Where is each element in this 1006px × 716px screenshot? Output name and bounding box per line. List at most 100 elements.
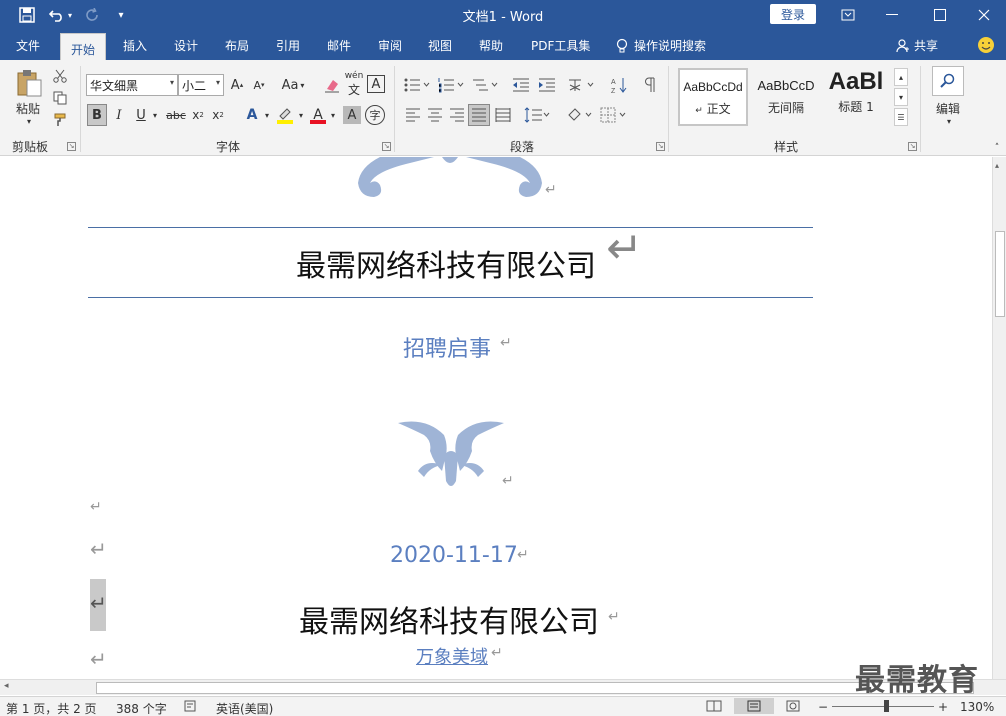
text-effects-dropdown-icon[interactable]: ▾ — [262, 108, 272, 122]
tab-pdf-tools[interactable]: PDF工具集 — [531, 30, 590, 60]
font-color-dropdown-icon[interactable]: ▾ — [328, 108, 338, 122]
tab-view[interactable]: 视图 — [428, 30, 452, 60]
tab-references[interactable]: 引用 — [276, 30, 300, 60]
scroll-left-icon[interactable]: ◂ — [4, 681, 9, 691]
superscript-button[interactable]: x2 — [210, 104, 226, 126]
numbering-icon[interactable] — [436, 74, 466, 96]
highlight-dropdown-icon[interactable]: ▾ — [296, 108, 306, 122]
font-name-dropdown-icon[interactable]: ▾ — [170, 78, 174, 87]
minimize-icon[interactable] — [872, 2, 912, 28]
increase-indent-icon[interactable] — [536, 74, 558, 96]
web-layout-icon[interactable] — [786, 700, 800, 715]
paste-dropdown-icon[interactable]: ▾ — [22, 116, 36, 126]
collapse-ribbon-icon[interactable]: ˄ — [990, 142, 1004, 154]
login-button[interactable]: 登录 — [770, 4, 816, 24]
smiley-feedback-icon[interactable] — [977, 36, 995, 54]
decrease-indent-icon[interactable] — [510, 74, 532, 96]
close-icon[interactable] — [964, 2, 1004, 28]
phonetic-guide-button[interactable]: wén 文 — [344, 71, 364, 97]
status-bar: 第 1 页，共 2 页 388 个字 英语(美国) − + 130% — [0, 696, 1006, 716]
copy-icon[interactable] — [52, 90, 68, 106]
find-icon[interactable] — [932, 66, 964, 96]
tab-file[interactable]: 文件 — [16, 30, 40, 60]
clipboard-launcher-icon[interactable]: ↘ — [67, 142, 76, 151]
highlight-color-icon[interactable] — [274, 104, 296, 126]
maximize-icon[interactable] — [920, 2, 960, 28]
zoom-out-button[interactable]: − — [818, 700, 828, 714]
horizontal-scroll-thumb[interactable] — [96, 682, 974, 694]
page-count-status[interactable]: 第 1 页，共 2 页 — [6, 700, 97, 716]
change-case-button[interactable]: Aa ▾ — [278, 74, 308, 96]
font-color-icon[interactable]: A — [308, 104, 328, 126]
borders-icon[interactable] — [598, 104, 628, 126]
style-heading-1[interactable]: AaBl 标题 1 — [824, 68, 888, 126]
text-effects-icon[interactable]: A — [242, 104, 262, 126]
word-count-status[interactable]: 388 个字 — [116, 700, 167, 716]
tab-insert[interactable]: 插入 — [123, 30, 147, 60]
shrink-font-button[interactable]: A ▾ — [250, 74, 268, 96]
styles-scroll-down-icon[interactable]: ▾ — [894, 88, 908, 106]
justify-icon[interactable] — [468, 104, 490, 126]
share-button[interactable]: 共享 — [896, 37, 938, 54]
italic-button[interactable]: I — [110, 104, 128, 126]
tab-help[interactable]: 帮助 — [479, 30, 503, 60]
chinese-layout-icon[interactable] — [566, 74, 596, 96]
character-shading-button[interactable]: A — [343, 106, 361, 124]
tab-review[interactable]: 审阅 — [378, 30, 402, 60]
font-launcher-icon[interactable]: ↘ — [382, 142, 391, 151]
character-border-button[interactable]: A — [367, 75, 385, 93]
styles-launcher-icon[interactable]: ↘ — [908, 142, 917, 151]
sort-icon[interactable]: AZ — [608, 74, 630, 96]
vertical-scrollbar[interactable]: ▴ — [992, 157, 1006, 679]
styles-more-icon[interactable]: ☰ — [894, 108, 908, 126]
scroll-up-icon[interactable]: ▴ — [995, 161, 999, 170]
tab-layout[interactable]: 布局 — [225, 30, 249, 60]
bullets-icon[interactable] — [402, 74, 432, 96]
editing-dropdown-icon[interactable]: ▾ — [942, 116, 956, 126]
zoom-in-button[interactable]: + — [938, 700, 948, 714]
font-size-combo[interactable]: 小二 ▾ — [178, 74, 224, 96]
styles-scroll-up-icon[interactable]: ▴ — [894, 68, 908, 86]
strikethrough-button[interactable]: abc — [164, 104, 188, 126]
paragraph-launcher-icon[interactable]: ↘ — [656, 142, 665, 151]
read-mode-icon[interactable] — [706, 700, 722, 715]
align-center-icon[interactable] — [424, 104, 446, 126]
paste-icon[interactable] — [12, 68, 46, 98]
font-size-dropdown-icon[interactable]: ▾ — [216, 78, 220, 87]
editing-button[interactable]: 编辑 — [928, 100, 968, 116]
subscript-button[interactable]: x2 — [190, 104, 206, 126]
show-formatting-marks-icon[interactable] — [640, 74, 660, 96]
line-spacing-icon[interactable] — [522, 104, 552, 126]
proofing-icon[interactable] — [184, 700, 198, 715]
cut-icon[interactable] — [52, 68, 68, 84]
zoom-slider-thumb[interactable] — [884, 700, 889, 712]
language-status[interactable]: 英语(美国) — [216, 700, 273, 716]
ribbon-display-options-icon[interactable] — [828, 2, 868, 28]
tab-mailings[interactable]: 邮件 — [327, 30, 351, 60]
style-no-spacing[interactable]: AaBbCcD 无间隔 — [750, 68, 822, 126]
paragraph-group-label: 段落 — [510, 140, 535, 154]
distributed-align-icon[interactable] — [492, 104, 514, 126]
vertical-scroll-thumb[interactable] — [995, 231, 1005, 317]
paragraph-shading-icon[interactable] — [564, 104, 594, 126]
enclose-characters-button[interactable]: 字 — [365, 105, 385, 125]
group-divider — [920, 66, 921, 152]
multilevel-list-icon[interactable] — [470, 74, 500, 96]
tab-design[interactable]: 设计 — [174, 30, 198, 60]
zoom-slider[interactable] — [832, 706, 934, 707]
font-name-combo[interactable]: 华文细黑 ▾ — [86, 74, 178, 96]
print-layout-icon[interactable] — [734, 698, 774, 714]
grow-font-button[interactable]: A ▴ — [228, 74, 246, 96]
align-left-icon[interactable] — [402, 104, 424, 126]
style-normal[interactable]: AaBbCcDd ↵ 正文 — [678, 68, 748, 126]
bold-button[interactable]: B — [87, 104, 107, 126]
align-right-icon[interactable] — [446, 104, 468, 126]
zoom-level[interactable]: 130% — [960, 700, 994, 714]
underline-button[interactable]: U — [132, 104, 150, 126]
underline-dropdown-icon[interactable]: ▾ — [150, 108, 160, 122]
paste-button[interactable]: 粘贴 — [10, 100, 46, 116]
clear-formatting-icon[interactable] — [322, 74, 342, 96]
tell-me-search[interactable]: 操作说明搜索 — [616, 37, 706, 54]
format-painter-icon[interactable] — [52, 112, 68, 128]
document-page[interactable]: ↵ 最需网络科技有限公司 ↵ 招聘启事 ↵ ↵ ↵ ↵ 2020-11-17 ↵… — [0, 157, 992, 679]
